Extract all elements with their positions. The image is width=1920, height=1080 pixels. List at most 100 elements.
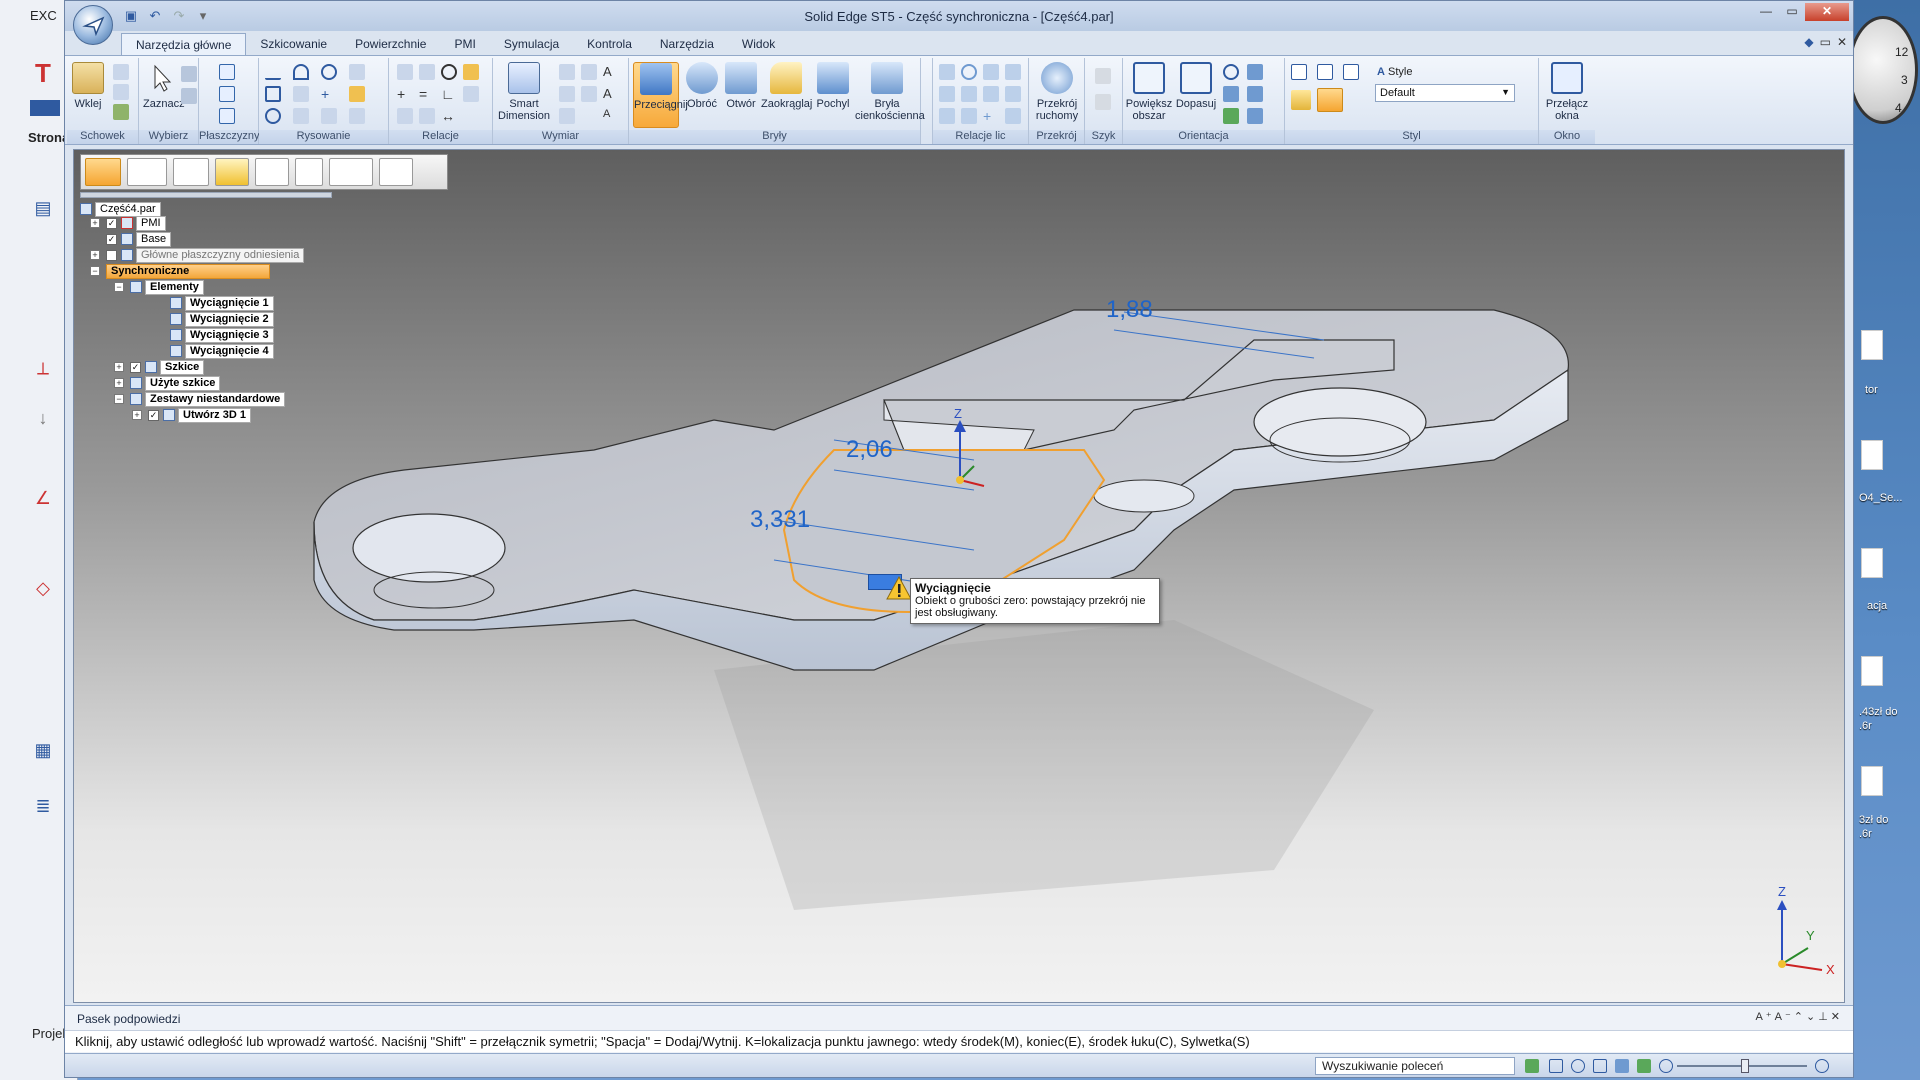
ellipse-icon[interactable]: [265, 108, 281, 124]
arc-icon[interactable]: [293, 64, 309, 80]
visibility-checkbox[interactable]: ✓: [130, 361, 141, 373]
coplanar-icon[interactable]: [939, 64, 955, 80]
connect-icon[interactable]: +: [397, 86, 413, 102]
layers-icon[interactable]: ≣: [30, 796, 56, 818]
tree-node-feature[interactable]: Wyciągnięcie 2: [170, 311, 274, 327]
tab-szkicowanie[interactable]: Szkicowanie: [246, 33, 341, 55]
text-size-icon[interactable]: A: [603, 108, 619, 124]
symmetric-icon[interactable]: [419, 108, 435, 124]
zoom-status-icon[interactable]: [1571, 1059, 1585, 1073]
refresh-icon[interactable]: [1525, 1059, 1539, 1073]
restore-doc-icon[interactable]: ▭: [1820, 35, 1831, 49]
tree-node-base[interactable]: ✓ Base: [106, 231, 172, 247]
zoom-slider-thumb[interactable]: [1741, 1059, 1749, 1073]
desktop-file-icon[interactable]: [1861, 548, 1883, 578]
przeciagnij-button[interactable]: Przeciągnij: [633, 62, 688, 128]
tab-symulacja[interactable]: Symulacja: [490, 33, 573, 55]
concentric-face-icon[interactable]: [983, 86, 999, 102]
tree-node-szkice[interactable]: + ✓ Szkice: [114, 359, 205, 375]
horizontal-icon[interactable]: ↔: [441, 108, 457, 124]
view-orient-icon[interactable]: [1247, 86, 1263, 102]
wklej-button[interactable]: Wklej: [71, 62, 105, 110]
tab-kontrola[interactable]: Kontrola: [573, 33, 646, 55]
powieksz-obszar-button[interactable]: Powiększ obszar: [1125, 62, 1173, 122]
treatment-button[interactable]: [329, 158, 373, 186]
dimension-label[interactable]: 3,331: [750, 506, 810, 534]
measure-icon[interactable]: ⟂: [30, 358, 56, 380]
driven-dim-icon[interactable]: [559, 108, 575, 124]
part-model[interactable]: [74, 150, 1845, 1003]
command-search-input[interactable]: Wyszukiwanie poleceń: [1315, 1057, 1515, 1075]
style-select[interactable]: Default ▼: [1375, 84, 1515, 102]
text-tool-icon[interactable]: T: [30, 58, 56, 88]
shapes-icon[interactable]: ◇: [30, 578, 56, 600]
zoom-out-icon[interactable]: [1659, 1059, 1673, 1073]
desktop-file-icon[interactable]: [1861, 440, 1883, 470]
equal-icon[interactable]: =: [419, 86, 435, 102]
save-icon[interactable]: ▣: [121, 7, 141, 25]
offset-icon[interactable]: [349, 64, 365, 80]
dimension-label[interactable]: 1,88: [1106, 296, 1153, 324]
zoom-in-icon[interactable]: [1815, 1059, 1829, 1073]
zoom-icon[interactable]: [1223, 64, 1239, 80]
tree-node-synchroniczne[interactable]: − Synchroniczne: [90, 263, 270, 279]
fillet-icon[interactable]: [293, 86, 309, 102]
desktop-file-icon[interactable]: [1861, 766, 1883, 796]
desktop-file-icon[interactable]: [1861, 330, 1883, 360]
tree-node-uzyte-szkice[interactable]: + Użyte szkice: [114, 375, 221, 391]
offset-face-icon[interactable]: [1005, 86, 1021, 102]
parallel-icon[interactable]: [983, 64, 999, 80]
dopasuj-button[interactable]: Dopasuj: [1175, 62, 1217, 110]
line-icon[interactable]: [265, 64, 281, 80]
pochyl-button[interactable]: Pochyl: [813, 62, 853, 110]
angle-dim-icon[interactable]: [581, 64, 597, 80]
trim-icon[interactable]: +: [321, 86, 337, 102]
perpendicular-icon[interactable]: ∟: [441, 86, 457, 102]
select-filter-icon[interactable]: [181, 66, 197, 82]
prompt-bar-controls[interactable]: A⁺A⁻⌃⌄⊥✕: [1755, 1010, 1843, 1023]
side-step-button[interactable]: [127, 158, 167, 186]
undo-icon[interactable]: ↶: [145, 7, 165, 25]
tab-powierzchnie[interactable]: Powierzchnie: [341, 33, 440, 55]
distance-dim-icon[interactable]: [559, 64, 575, 80]
mirror-pattern-icon[interactable]: [1095, 94, 1111, 110]
zaokraglaj-button[interactable]: Zaokrąglaj: [761, 62, 812, 110]
visibility-checkbox[interactable]: [106, 249, 117, 261]
tree-node-pmi[interactable]: + ✓ PMI: [90, 215, 166, 231]
visibility-checkbox[interactable]: ✓: [106, 217, 117, 229]
symmetric-button[interactable]: [295, 158, 323, 186]
otwor-button[interactable]: Otwór: [723, 62, 759, 110]
przelacz-okna-button[interactable]: Przełącz okna: [1543, 62, 1591, 122]
plane-offset-icon[interactable]: [219, 86, 235, 102]
visibility-checkbox[interactable]: ✓: [106, 233, 117, 245]
shaded-icon[interactable]: [1291, 90, 1311, 110]
move-icon[interactable]: [349, 86, 365, 102]
refresh-view-icon[interactable]: [1223, 108, 1239, 124]
relation-1-icon[interactable]: [397, 64, 413, 80]
expand-icon[interactable]: +: [114, 378, 124, 388]
expand-icon[interactable]: +: [132, 410, 142, 420]
desktop-file-icon[interactable]: [1861, 656, 1883, 686]
perpendicular-face-icon[interactable]: [1005, 64, 1021, 80]
lock-icon[interactable]: [463, 64, 479, 80]
fit-status-icon[interactable]: [1593, 1059, 1607, 1073]
options-button[interactable]: [379, 158, 413, 186]
tangent-icon[interactable]: [397, 108, 413, 124]
expand-icon[interactable]: +: [90, 250, 100, 260]
view-top-icon[interactable]: [1343, 64, 1359, 80]
tree-node-utworz-3d[interactable]: + ✓ Utwórz 3D 1: [132, 407, 251, 423]
close-button[interactable]: ✕: [1805, 3, 1849, 21]
visibility-checkbox[interactable]: ✓: [148, 409, 159, 421]
plane-coord-icon[interactable]: [219, 108, 235, 124]
mirror-icon[interactable]: [321, 108, 337, 124]
quick-pick-icon[interactable]: [181, 88, 197, 104]
sketch-view-icon[interactable]: [1247, 108, 1263, 124]
pan-icon[interactable]: [1247, 64, 1263, 80]
circle-icon[interactable]: [321, 64, 337, 80]
plane-icon[interactable]: [219, 64, 235, 80]
coord-dim-icon[interactable]: [559, 86, 575, 102]
extent-button[interactable]: [255, 158, 289, 186]
block-icon[interactable]: ▦: [30, 740, 56, 762]
tree-node-elementy[interactable]: − Elementy: [114, 279, 204, 295]
tab-narzedzia[interactable]: Narzędzia: [646, 33, 728, 55]
